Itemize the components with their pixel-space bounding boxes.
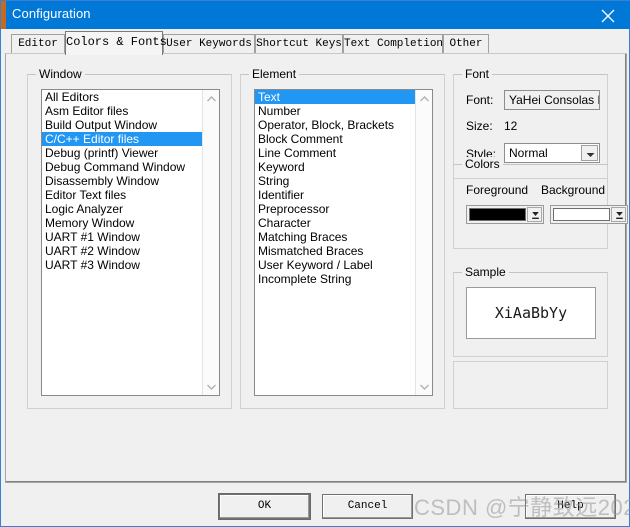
tab-strip: Editor Colors & Fonts User Keywords Shortcu… <box>5 31 627 55</box>
help-button[interactable]: Help <box>525 494 616 519</box>
list-item[interactable]: Character <box>255 216 415 230</box>
tab-editor[interactable]: Editor <box>11 34 65 53</box>
element-listbox[interactable]: Text Number Operator, Block, Brackets Block… <box>254 89 433 396</box>
list-item[interactable]: Number <box>255 104 415 118</box>
element-list-items[interactable]: Text Number Operator, Block, Brackets Block… <box>255 90 415 395</box>
sample-preview: XiAaBbYy <box>466 287 596 339</box>
list-item[interactable]: Memory Window <box>42 216 202 230</box>
tab-other[interactable]: Other <box>443 34 489 53</box>
list-item[interactable]: Operator, Block, Brackets <box>255 118 415 132</box>
title-bar: Configuration <box>1 1 630 29</box>
list-item[interactable]: Preprocessor <box>255 202 415 216</box>
list-item[interactable]: Debug (printf) Viewer <box>42 146 202 160</box>
sample-group-label: Sample <box>462 265 509 279</box>
element-group-label: Element <box>249 67 300 81</box>
title-accent-stripe <box>1 1 6 29</box>
font-name-label: Font: <box>466 93 494 107</box>
list-item[interactable]: Identifier <box>255 188 415 202</box>
colors-group: Colors Foreground Background <box>453 157 628 249</box>
element-list-scrollbar[interactable] <box>415 90 432 395</box>
list-item[interactable]: C/C++ Editor files <box>42 132 202 146</box>
close-icon[interactable] <box>585 1 630 29</box>
configuration-dialog: Configuration Editor Colors & Fonts User K… <box>0 0 630 527</box>
font-style-value: Normal <box>509 146 548 160</box>
scroll-up-icon[interactable] <box>416 90 432 107</box>
window-group-label: Window <box>36 67 85 81</box>
scroll-down-icon[interactable] <box>416 378 432 395</box>
list-item[interactable]: Matching Braces <box>255 230 415 244</box>
list-item[interactable]: Line Comment <box>255 146 415 160</box>
background-color-swatch <box>553 208 610 221</box>
list-item[interactable]: Debug Command Window <box>42 160 202 174</box>
cancel-button[interactable]: Cancel <box>322 494 413 519</box>
ok-button[interactable]: OK <box>219 494 310 519</box>
foreground-label: Foreground <box>466 183 529 197</box>
tab-panel-colors-and-fonts: Window All Editors Asm Editor files Build … <box>5 53 628 483</box>
background-label: Background <box>541 183 606 197</box>
list-item[interactable]: Editor Text files <box>42 188 202 202</box>
sample-group: Sample XiAaBbYy <box>453 265 608 357</box>
list-item[interactable]: Build Output Window <box>42 118 202 132</box>
window-listbox[interactable]: All Editors Asm Editor files Build Output … <box>41 89 220 396</box>
background-color-picker[interactable] <box>550 205 628 224</box>
scroll-down-icon[interactable] <box>203 378 219 395</box>
list-item[interactable]: Logic Analyzer <box>42 202 202 216</box>
color-dropdown-icon[interactable] <box>527 207 542 222</box>
list-item[interactable]: All Editors <box>42 90 202 104</box>
font-name-button[interactable]: YaHei Consolas Hybr <box>504 90 600 110</box>
font-style-combobox[interactable]: Normal <box>504 143 600 163</box>
window-list-scrollbar[interactable] <box>202 90 219 395</box>
list-item[interactable]: Incomplete String <box>255 272 415 286</box>
sample-preview-text: XiAaBbYy <box>494 304 568 322</box>
list-item[interactable]: Asm Editor files <box>42 104 202 118</box>
tab-user-keywords[interactable]: User Keywords <box>163 34 255 53</box>
window-title: Configuration <box>12 6 91 21</box>
window-list-items[interactable]: All Editors Asm Editor files Build Output … <box>42 90 202 395</box>
spacer-group <box>453 361 608 409</box>
chevron-down-icon[interactable] <box>581 145 598 161</box>
list-item[interactable]: User Keyword / Label <box>255 258 415 272</box>
font-size-label: Size: <box>466 119 493 133</box>
tab-text-completion[interactable]: Text Completion <box>343 34 443 53</box>
list-item[interactable]: UART #3 Window <box>42 258 202 272</box>
list-item[interactable]: String <box>255 174 415 188</box>
window-group: Window All Editors Asm Editor files Build … <box>27 67 232 409</box>
list-item[interactable]: UART #1 Window <box>42 230 202 244</box>
colors-group-label: Colors <box>462 157 503 171</box>
list-item[interactable]: Mismatched Braces <box>255 244 415 258</box>
foreground-color-swatch <box>469 208 526 221</box>
font-group-label: Font <box>462 67 493 81</box>
list-item[interactable]: UART #2 Window <box>42 244 202 258</box>
list-item[interactable]: Keyword <box>255 160 415 174</box>
foreground-color-picker[interactable] <box>466 205 544 224</box>
scroll-up-icon[interactable] <box>203 90 219 107</box>
list-item[interactable]: Disassembly Window <box>42 174 202 188</box>
font-size-value: 12 <box>504 119 518 133</box>
element-group: Element Text Number Operator, Block, Brack… <box>240 67 445 409</box>
tab-colors-fonts[interactable]: Colors & Fonts <box>65 31 167 55</box>
list-item[interactable]: Block Comment <box>255 132 415 146</box>
list-item[interactable]: Text <box>255 90 415 104</box>
color-dropdown-icon[interactable] <box>611 207 626 222</box>
tab-shortcut-keys[interactable]: Shortcut Keys <box>255 34 343 53</box>
